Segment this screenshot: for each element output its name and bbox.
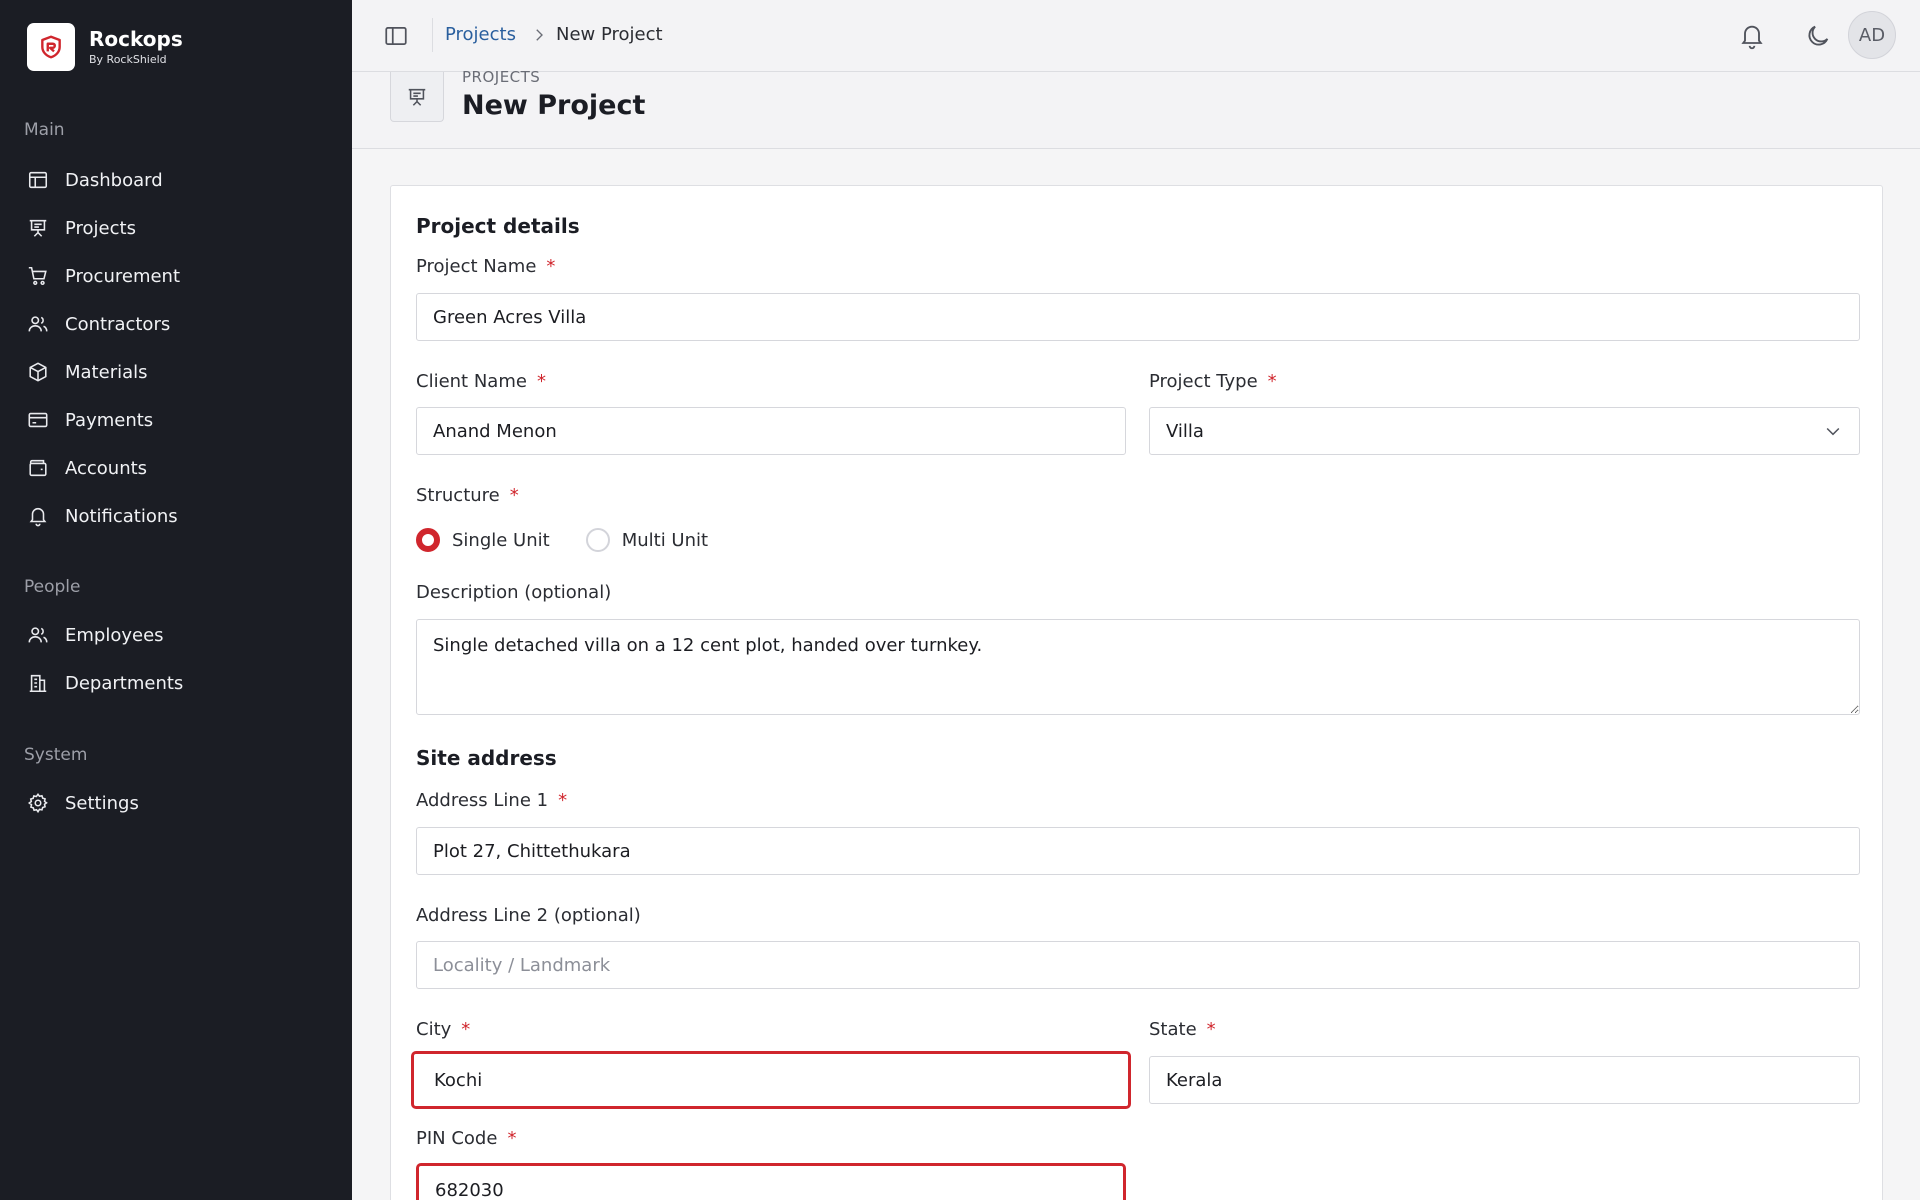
projects-icon [29,219,47,237]
required-asterisk: * [546,256,556,277]
sidebar-item-label: Procurement [65,265,181,287]
new-project-form: Project details Project Name* Client Nam… [390,185,1883,1200]
required-asterisk: * [536,371,546,392]
brand-name: Rockops [89,27,183,51]
projects-icon [390,72,444,122]
project-type-select[interactable]: Villa [1149,407,1860,455]
sidebar-item-label: Materials [65,361,148,383]
sidebar-item-procurement[interactable]: Procurement [27,258,180,294]
description-textarea[interactable]: Single detached villa on a 12 cent plot,… [416,619,1860,715]
brand-subtitle: By RockShield [89,53,167,66]
section-title-project-details: Project details [416,214,580,238]
required-asterisk: * [507,1128,517,1149]
nav-section-main: Main [24,120,65,140]
description-label: Description (optional) [416,582,612,603]
radio-unchecked[interactable] [585,528,610,552]
topbar: Projects New Project AD [352,0,1920,72]
box-icon [29,362,47,382]
required-asterisk: * [1206,1019,1216,1040]
sidebar-toggle-icon[interactable] [383,23,409,49]
address-line-1-label: Address Line 1 * [416,790,568,811]
breadcrumb-current: New Project [556,24,663,45]
gear-icon [27,792,48,814]
sidebar-item-dashboard[interactable]: Dashboard [27,162,163,198]
user-avatar[interactable]: AD [1848,11,1896,59]
sidebar-item-payments[interactable]: Payments [27,402,153,438]
sidebar-item-label: Payments [65,409,154,431]
project-name-input[interactable] [416,293,1860,341]
radio-checked[interactable] [416,528,440,552]
cart-icon [28,266,47,286]
sidebar-item-employees[interactable]: Employees [27,617,164,653]
sidebar-item-materials[interactable]: Materials [27,354,148,390]
required-asterisk: * [509,485,519,506]
structure-option-single-unit[interactable]: Single Unit [416,528,550,552]
structure-radio-group: Single Unit Multi Unit [416,528,744,552]
pin-code-label: PIN Code * [416,1128,517,1149]
sidebar-item-label: Accounts [65,457,148,479]
sidebar-item-label: Settings [65,792,139,814]
city-label: City * [416,1019,471,1040]
card-icon [28,412,48,428]
breadcrumb-projects-link[interactable]: Projects [445,23,516,47]
required-asterisk: * [1267,371,1277,392]
required-asterisk: * [461,1019,471,1040]
section-title-site-address: Site address [416,746,557,770]
brand[interactable]: Rockops By RockShield [27,23,183,71]
chevron-right-icon [536,29,543,41]
rockshield-logo-icon [27,23,75,71]
client-name-label: Client Name * [416,371,546,392]
address-line-2-input[interactable] [416,941,1860,989]
sidebar-item-settings[interactable]: Settings [27,785,139,821]
sidebar-item-projects[interactable]: Projects [27,210,136,246]
sidebar-item-accounts[interactable]: Accounts [27,450,147,486]
building-icon [29,674,47,693]
users-icon [28,627,48,643]
project-type-value: Villa [1166,420,1204,442]
project-type-label: Project Type * [1149,371,1277,392]
structure-option-multi-unit[interactable]: Multi Unit [585,528,708,552]
wallet-icon [29,459,47,477]
nav-section-people: People [24,577,81,597]
sidebar-item-label: Departments [65,672,184,694]
sidebar-item-label: Employees [65,624,164,646]
state-label: State * [1149,1019,1216,1040]
chevron-down-icon [1826,427,1840,436]
state-input[interactable] [1149,1056,1860,1104]
sidebar-item-departments[interactable]: Departments [27,665,183,701]
sidebar: Rockops By RockShield Main Dashboard Pro… [0,0,352,1200]
city-input[interactable] [411,1051,1131,1109]
sidebar-item-label: Contractors [65,313,171,335]
sidebar-item-label: Dashboard [65,169,163,191]
client-name-input[interactable] [416,407,1126,455]
users-icon [28,316,48,332]
page-title: New Project [462,90,646,121]
pin-code-input[interactable] [416,1163,1126,1200]
notifications-bell-icon[interactable] [1738,22,1766,50]
project-name-label: Project Name * [416,256,556,277]
sidebar-item-label: Notifications [65,505,178,527]
sidebar-item-notifications[interactable]: Notifications [27,498,178,534]
page-header: PROJECTS New Project [352,68,1920,149]
address-line-2-label: Address Line 2 (optional) [416,905,641,926]
dashboard-icon [28,171,48,189]
topbar-divider [432,18,433,52]
address-line-1-input[interactable] [416,827,1860,875]
nav-section-system: System [24,745,88,765]
dark-mode-moon-icon[interactable] [1804,22,1832,50]
page-eyebrow: PROJECTS [462,68,541,86]
sidebar-item-label: Projects [65,217,136,239]
structure-label: Structure * [416,485,519,506]
bell-icon [29,507,47,527]
required-asterisk: * [558,790,568,811]
sidebar-item-contractors[interactable]: Contractors [27,306,170,342]
